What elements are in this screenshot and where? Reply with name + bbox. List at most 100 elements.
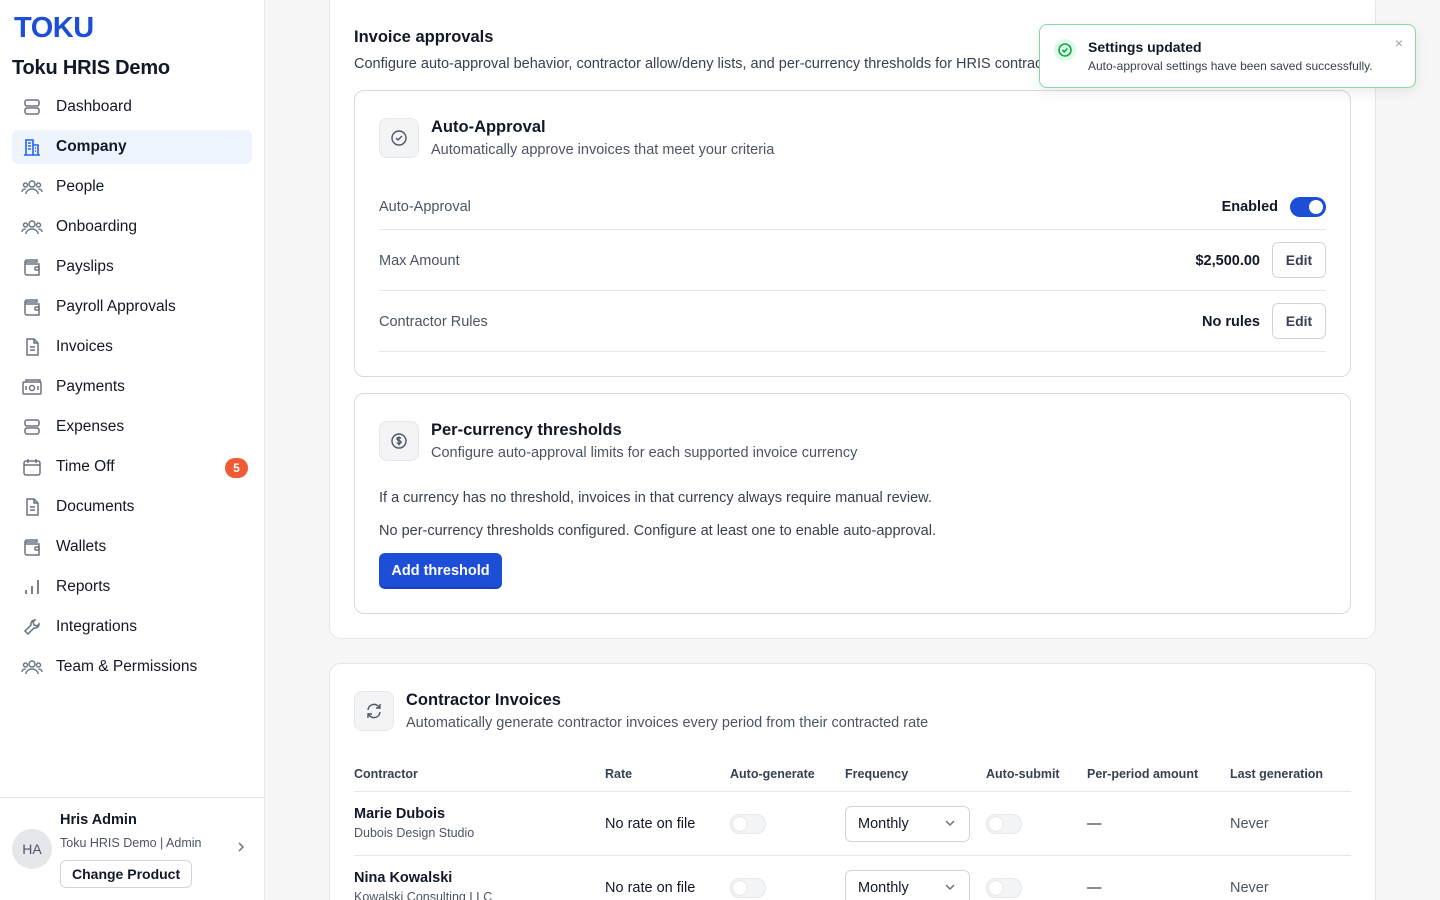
chevron-down-icon [943,816,957,834]
add-threshold-button[interactable]: Add threshold [379,553,502,589]
change-product-button[interactable]: Change Product [60,860,193,888]
auto-approval-row: Auto-Approval Enabled [379,185,1326,230]
table-divider [354,791,1351,792]
frequency-value: Monthly [858,816,909,832]
thresholds-subtitle: Configure auto-approval limits for each … [431,445,858,461]
sidebar-item-people[interactable]: People [12,170,252,204]
sidebar-item-payments[interactable]: Payments [12,370,252,404]
users-icon [21,656,43,678]
contractor-invoices-subtitle: Automatically generate contractor invoic… [406,715,929,731]
auto-approval-toggle[interactable] [1290,197,1326,217]
org-name: Toku HRIS Demo [12,57,170,79]
contractor-rules-value: No rules [1201,314,1260,330]
dollar-circle-icon [379,421,419,461]
auto-submit-toggle[interactable] [986,878,1022,898]
calendar-icon [21,456,43,478]
document-icon [21,496,43,518]
max-amount-row: Max Amount $2,500.00 Edit [379,230,1326,291]
building-icon [21,136,43,158]
bar-chart-icon [21,576,43,598]
contractor-company: Dubois Design Studio [354,826,475,840]
sidebar-item-label: Team & Permissions [56,658,198,675]
contractor-name[interactable]: Nina Kowalski [354,870,452,886]
chevron-right-icon[interactable] [236,840,246,859]
row-label: Max Amount [379,253,460,269]
sidebar-item-label: Payments [56,378,125,395]
sidebar-item-wallets[interactable]: Wallets [12,530,252,564]
sidebar-item-label: Payroll Approvals [56,298,176,315]
user-panel: HA Hris Admin Toku HRIS Demo | Admin Cha… [0,797,264,900]
sidebar-item-label: Dashboard [56,98,132,115]
column-header-auto-generate[interactable]: Auto-generate [730,767,815,781]
sidebar-item-dashboard[interactable]: Dashboard [12,90,252,124]
toggle-knob [989,817,1003,831]
contractor-rate: No rate on file [605,880,696,896]
toggle-knob [1309,200,1323,214]
sidebar-item-integrations[interactable]: Integrations [12,610,252,644]
sidebar-item-onboarding[interactable]: Onboarding [12,210,252,244]
money-icon [21,376,43,398]
sidebar-item-invoices[interactable]: Invoices [12,330,252,364]
column-header-rate[interactable]: Rate [605,767,632,781]
frequency-select[interactable]: Monthly [845,870,970,900]
sidebar-item-time-off[interactable]: Time Off 5 [12,450,252,484]
sidebar-item-label: Company [56,138,127,155]
toggle-knob [989,881,1003,895]
sidebar-item-reports[interactable]: Reports [12,570,252,604]
sidebar-item-label: Time Off [56,458,115,475]
refresh-icon [354,691,394,731]
toggle-knob [733,817,747,831]
column-header-per-period-amount[interactable]: Per-period amount [1087,767,1198,781]
sidebar-item-label: Invoices [56,338,113,355]
column-header-frequency[interactable]: Frequency [845,767,908,781]
auto-submit-toggle[interactable] [986,814,1022,834]
sidebar-item-label: Wallets [56,538,107,555]
contractor-name[interactable]: Marie Dubois [354,806,445,822]
sidebar-item-label: Payslips [56,258,114,275]
users-icon [21,216,43,238]
row-label: Auto-Approval [379,199,471,215]
contractor-rules-row: Contractor Rules No rules Edit [379,291,1326,352]
time-off-count-badge: 5 [225,458,248,478]
column-header-contractor[interactable]: Contractor [354,767,418,781]
settings-updated-toast: Settings updated Auto-approval settings … [1039,24,1416,88]
sidebar-item-team-permissions[interactable]: Team & Permissions [12,650,252,684]
sidebar-item-label: Expenses [56,418,125,435]
avatar[interactable]: HA [12,829,52,869]
frequency-select[interactable]: Monthly [845,806,970,842]
toku-logo[interactable]: TOKU [14,12,94,45]
sidebar-item-documents[interactable]: Documents [12,490,252,524]
auto-approval-status: Enabled [1221,199,1278,215]
sidebar-item-company[interactable]: Company [12,130,252,164]
auto-generate-toggle[interactable] [730,814,766,834]
wallet-icon [21,296,43,318]
column-header-auto-submit[interactable]: Auto-submit [986,767,1060,781]
sidebar-item-label: People [56,178,105,195]
toggle-knob [733,881,747,895]
sidebar-item-payslips[interactable]: Payslips [12,250,252,284]
table-divider [354,855,1351,856]
thresholds-title: Per-currency thresholds [431,421,622,439]
check-circle-icon [379,118,419,158]
sidebar-item-label: Documents [56,498,135,515]
toast-title: Settings updated [1088,39,1202,55]
auto-approval-subtitle: Automatically approve invoices that meet… [431,142,775,158]
sidebar-item-label: Onboarding [56,218,138,235]
column-header-last-generation[interactable]: Last generation [1230,767,1323,781]
last-generation: Never [1230,816,1269,832]
auto-generate-toggle[interactable] [730,878,766,898]
sidebar-item-expenses[interactable]: Expenses [12,410,252,444]
sidebar-item-payroll-approvals[interactable]: Payroll Approvals [12,290,252,324]
contractor-company: Kowalski Consulting LLC [354,890,493,900]
per-period-amount: — [1087,880,1102,896]
contractor-invoices-title: Contractor Invoices [406,691,561,709]
last-generation: Never [1230,880,1269,896]
toast-message: Auto-approval settings have been saved s… [1088,59,1373,73]
thresholds-note: If a currency has no threshold, invoices… [379,490,932,506]
per-period-amount: — [1087,816,1102,832]
edit-max-amount-button[interactable]: Edit [1272,242,1326,278]
close-icon[interactable]: × [1395,35,1403,51]
wrench-icon [21,616,43,638]
sidebar: TOKU Toku HRIS Demo Dashboard Company Pe… [0,0,265,900]
edit-contractor-rules-button[interactable]: Edit [1272,303,1326,339]
